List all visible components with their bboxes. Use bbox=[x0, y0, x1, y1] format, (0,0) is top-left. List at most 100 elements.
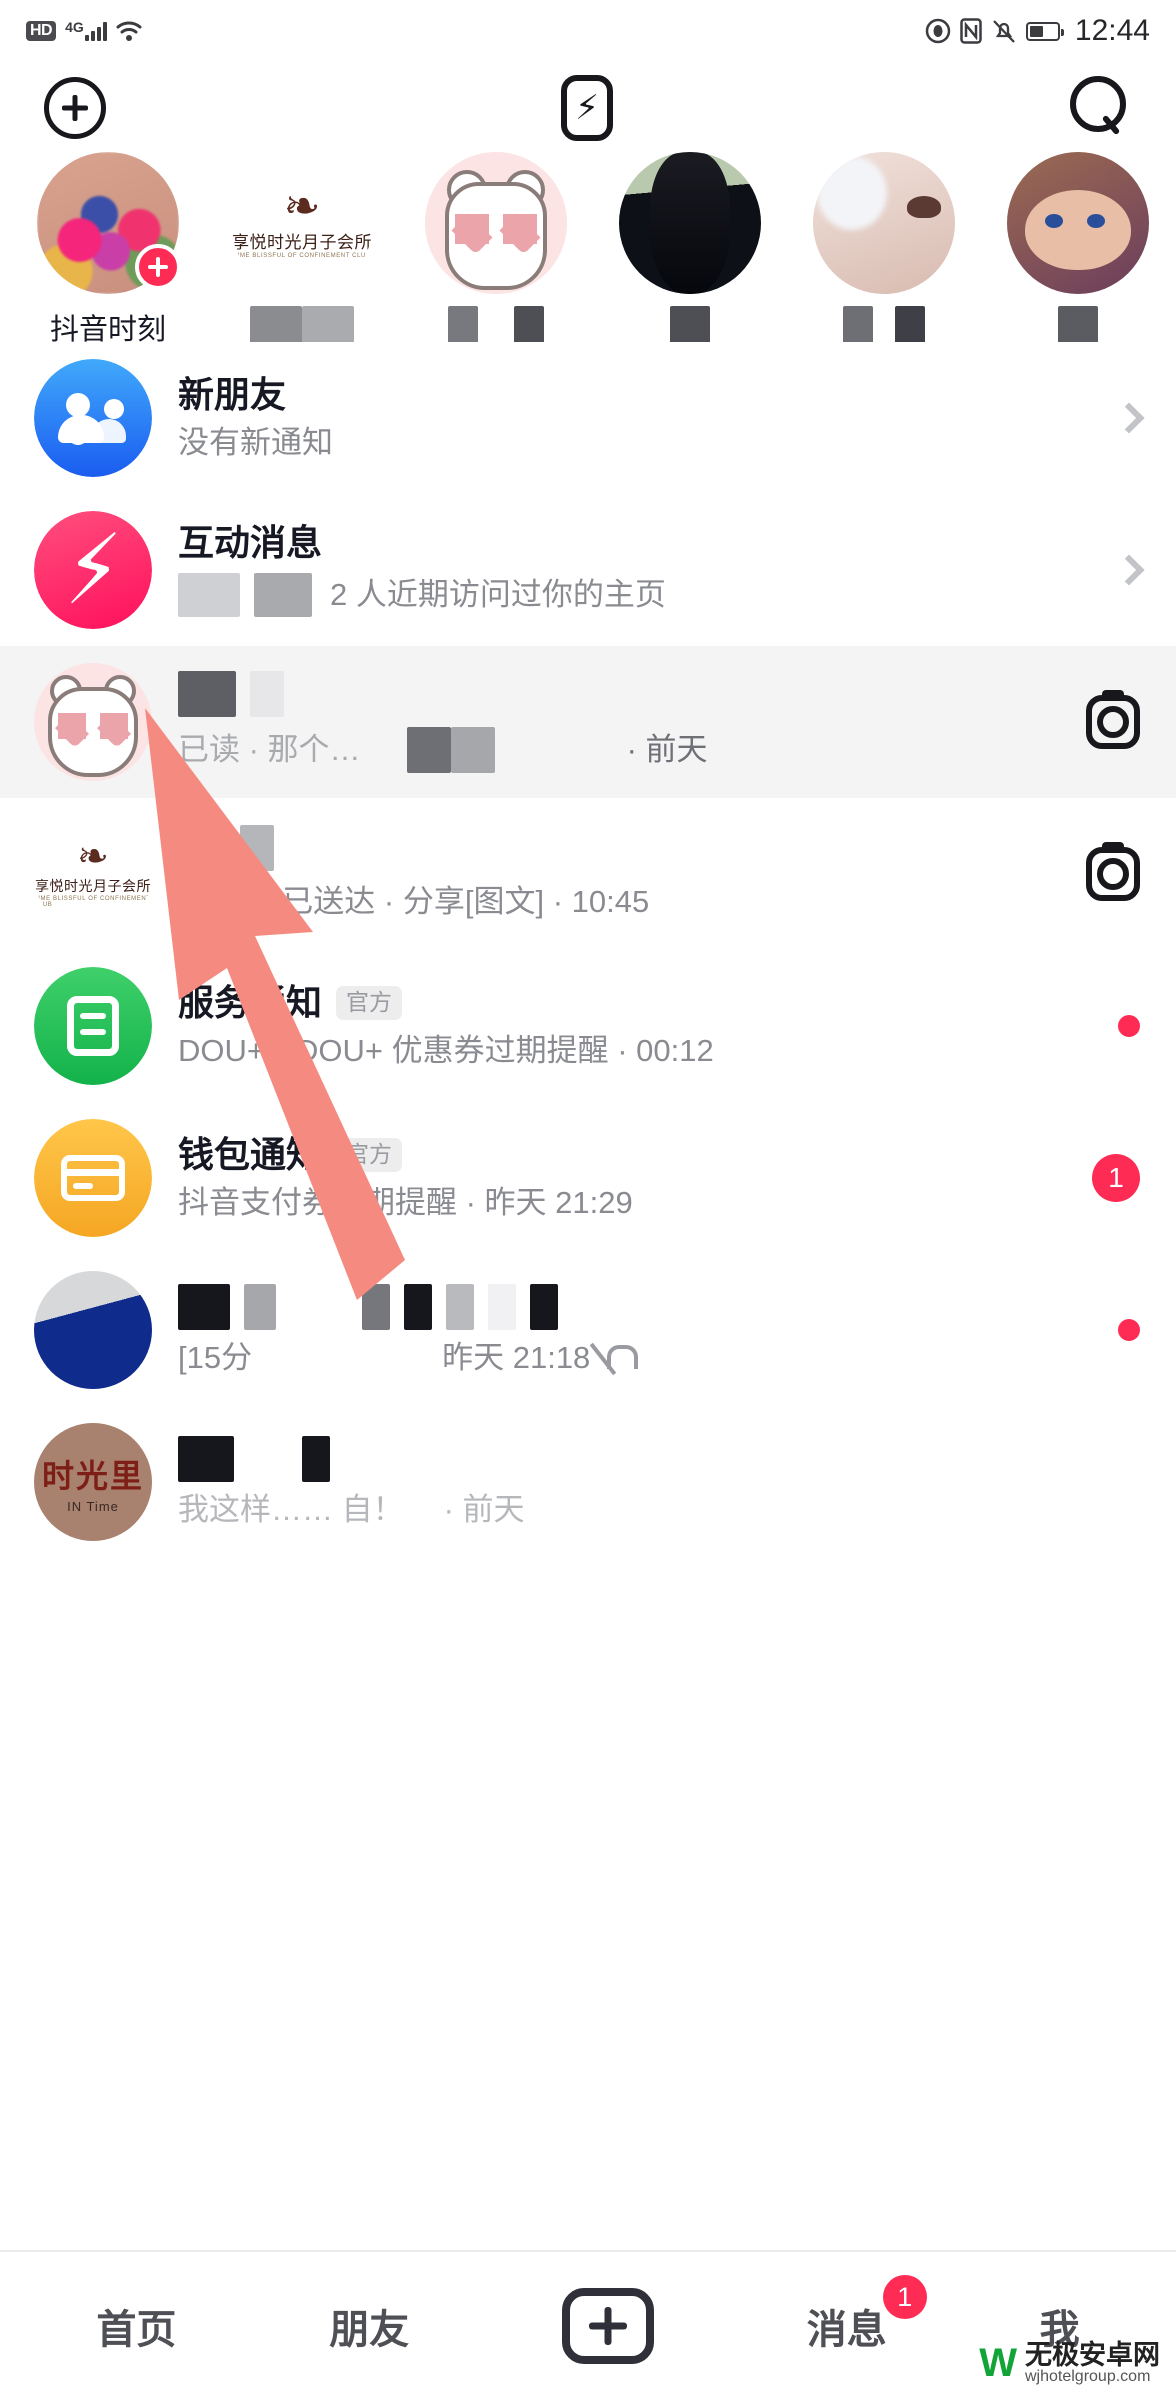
unread-count-badge: 1 bbox=[1092, 1154, 1140, 1202]
story-rail[interactable]: 抖音时刻 ❧ 享悦时光月子会所 TIME BLISSFUL OF CONFINEME… bbox=[0, 152, 1176, 342]
list-item-body: 8 ... 已送达 · 分享[图文] · 10:45 bbox=[175, 825, 1050, 926]
story-item-2[interactable] bbox=[410, 152, 582, 342]
bear-heart-eyes-avatar bbox=[34, 663, 152, 781]
lightning-bolt-icon[interactable]: ⚡ bbox=[561, 75, 613, 141]
wifi-icon bbox=[116, 21, 142, 41]
list-item-right[interactable] bbox=[1050, 1015, 1140, 1037]
list-item-title: 服务通知 官方 bbox=[178, 983, 1050, 1023]
list-item-chat-swan[interactable]: ❧ 享悦时光月子会所 TIME BLISSFUL OF CONFINEMENT … bbox=[0, 798, 1176, 950]
list-item-timestamp: · 前天 bbox=[443, 1492, 525, 1528]
story-avatar-wrap[interactable] bbox=[813, 152, 955, 294]
list-item-right[interactable] bbox=[1050, 695, 1140, 749]
list-item-subtitle: 已读 · 那个… · 前天 bbox=[178, 727, 1050, 773]
camera-icon[interactable] bbox=[1086, 847, 1140, 901]
list-item-interaction-messages[interactable]: ⚡ 互动消息 2 人近期访问过你的主页 bbox=[0, 494, 1176, 646]
nfc-icon bbox=[960, 18, 982, 44]
list-item-right[interactable] bbox=[1050, 1319, 1140, 1341]
list-item-right[interactable] bbox=[1050, 847, 1140, 901]
tab-messages[interactable]: 消息 1 bbox=[807, 2275, 927, 2355]
story-item-3[interactable] bbox=[604, 152, 776, 342]
story-item-label-redacted bbox=[1058, 306, 1098, 342]
watermark-en: wjhotelgroup.com bbox=[1025, 2368, 1151, 2386]
story-item-1[interactable]: ❧ 享悦时光月子会所 TIME BLISSFUL OF CONFINEMENT CL… bbox=[216, 152, 388, 342]
list-item-timestamp: · 前天 bbox=[626, 732, 708, 768]
list-item-right[interactable] bbox=[1050, 554, 1145, 586]
anime-girl-avatar[interactable] bbox=[1007, 152, 1149, 294]
plus-circle-icon[interactable] bbox=[44, 77, 106, 139]
tab-friends-label: 朋友 bbox=[329, 2308, 410, 2352]
camera-icon[interactable] bbox=[1086, 695, 1140, 749]
story-item-5[interactable] bbox=[992, 152, 1164, 342]
blue-dress-photo-avatar bbox=[34, 1271, 152, 1389]
tab-friends[interactable]: 朋友 bbox=[329, 2297, 409, 2355]
chevron-right-icon[interactable] bbox=[1113, 402, 1145, 434]
list-item-body: [15分 昨天 21:18 bbox=[178, 1284, 1050, 1376]
service-box-icon bbox=[34, 967, 152, 1085]
app-header: ⚡ bbox=[0, 62, 1176, 154]
list-item-body: 钱包通知 官方 抖音支付券过期提醒 · 昨天 21:29 bbox=[178, 1135, 1050, 1220]
bride-photo-avatar[interactable] bbox=[813, 152, 955, 294]
list-item-title bbox=[178, 825, 1050, 871]
unread-dot-badge bbox=[1118, 1015, 1140, 1037]
unread-dot-badge bbox=[1118, 1319, 1140, 1341]
douyin-messages-screen: HD 4G 12:44 ⚡ 抖音时刻 ❧ 享悦时光月子会所 TIME BLISS… bbox=[0, 0, 1176, 2400]
list-item-right[interactable]: 1 bbox=[1050, 1154, 1140, 1202]
tab-home[interactable]: 首页 bbox=[96, 2297, 176, 2355]
list-item-subtitle: DOU+；DOU+ 优惠券过期提醒 · 00:12 bbox=[178, 1032, 714, 1068]
swan-logo-avatar: ❧ 享悦时光月子会所 TIME BLISSFUL OF CONFINEMENT … bbox=[34, 815, 152, 933]
site-watermark: W 无极安卓网 wjhotelgroup.com bbox=[979, 2341, 1160, 2386]
flame-icon bbox=[175, 878, 219, 926]
list-item-wallet-notice[interactable]: 钱包通知 官方 抖音支付券过期提醒 · 昨天 21:29 1 bbox=[0, 1102, 1176, 1254]
list-item-body: 新朋友 没有新通知 bbox=[178, 375, 1050, 460]
long-hair-girl-avatar[interactable] bbox=[619, 152, 761, 294]
battery-icon bbox=[1025, 21, 1064, 41]
story-add-badge[interactable] bbox=[135, 244, 181, 290]
blur-overlay-panel bbox=[370, 1995, 930, 2225]
story-item-label-redacted bbox=[843, 306, 925, 342]
story-item-4[interactable] bbox=[798, 152, 970, 342]
eye-icon bbox=[925, 18, 951, 44]
list-item-subtitle: 没有新通知 bbox=[178, 424, 333, 460]
list-item-chat-bear[interactable]: 已读 · 那个… · 前天 bbox=[0, 646, 1176, 798]
bear-heart-eyes-avatar[interactable] bbox=[425, 152, 567, 294]
story-avatar-wrap[interactable] bbox=[425, 152, 567, 294]
list-item-subtitle-text: 我这样…… 自！ bbox=[178, 1492, 404, 1528]
story-item-label: 抖音时刻 bbox=[49, 314, 166, 342]
swan-logo-avatar[interactable]: ❧ 享悦时光月子会所 TIME BLISSFUL OF CONFINEMENT CL… bbox=[231, 152, 373, 294]
bell-muted-icon bbox=[604, 1342, 639, 1374]
list-item-new-friends[interactable]: 新朋友 没有新通知 bbox=[0, 342, 1176, 494]
watermark-cn: 无极安卓网 bbox=[1025, 2339, 1160, 2370]
story-item-0[interactable]: 抖音时刻 bbox=[22, 152, 194, 342]
search-icon[interactable] bbox=[1068, 76, 1132, 140]
shiguangli-logo-avatar: 时光里 IN Time bbox=[34, 1423, 152, 1541]
story-avatar-wrap[interactable] bbox=[37, 152, 181, 294]
list-item-subtitle: 8 ... 已送达 · 分享[图文] · 10:45 bbox=[175, 878, 1050, 926]
watermark-logo: W bbox=[979, 2341, 1017, 2386]
message-list[interactable]: 新朋友 没有新通知 ⚡ 互动消息 2 人近期访问过你的主页 已读 · 那个… ·… bbox=[0, 342, 1176, 1558]
official-tag: 官方 bbox=[336, 1138, 403, 1172]
tab-home-label: 首页 bbox=[96, 2308, 177, 2352]
avatar-logo-line1: 时光里 bbox=[41, 1457, 144, 1494]
list-item-chat-shiguangli[interactable]: 时光里 IN Time 我这样…… 自！ · 前天 bbox=[0, 1406, 1176, 1558]
list-item-service-notice[interactable]: 服务通知 官方 DOU+；DOU+ 优惠券过期提醒 · 00:12 bbox=[0, 950, 1176, 1102]
story-avatar-wrap[interactable] bbox=[1007, 152, 1149, 294]
list-item-right[interactable] bbox=[1050, 402, 1145, 434]
list-item-title: 新朋友 bbox=[178, 374, 287, 416]
list-item-title-text: 服务通知 bbox=[178, 982, 323, 1024]
tab-create[interactable] bbox=[561, 2288, 654, 2364]
list-item-subtitle: 抖音支付券过期提醒 · 昨天 21:29 bbox=[178, 1184, 633, 1220]
list-item-subtitle: 2 人近期访问过你的主页 bbox=[178, 572, 1050, 617]
plus-box-icon[interactable] bbox=[561, 2288, 654, 2364]
status-bar-left: HD 4G bbox=[26, 19, 142, 42]
list-item-body: 已读 · 那个… · 前天 bbox=[178, 671, 1050, 773]
chevron-right-icon[interactable] bbox=[1113, 554, 1145, 586]
list-item-subtitle: 我这样…… 自！ · 前天 bbox=[178, 1492, 1050, 1528]
network-4g-icon: 4G bbox=[65, 19, 107, 41]
status-bar: HD 4G 12:44 bbox=[0, 0, 1176, 62]
story-avatar-wrap[interactable] bbox=[619, 152, 761, 294]
list-item-chat-blue[interactable]: [15分 昨天 21:18 bbox=[0, 1254, 1176, 1406]
interaction-flash-icon: ⚡ bbox=[34, 511, 152, 629]
list-item-title bbox=[178, 671, 1050, 717]
story-avatar-wrap[interactable]: ❧ 享悦时光月子会所 TIME BLISSFUL OF CONFINEMENT CL… bbox=[231, 152, 373, 294]
friends-group-icon bbox=[34, 359, 152, 477]
